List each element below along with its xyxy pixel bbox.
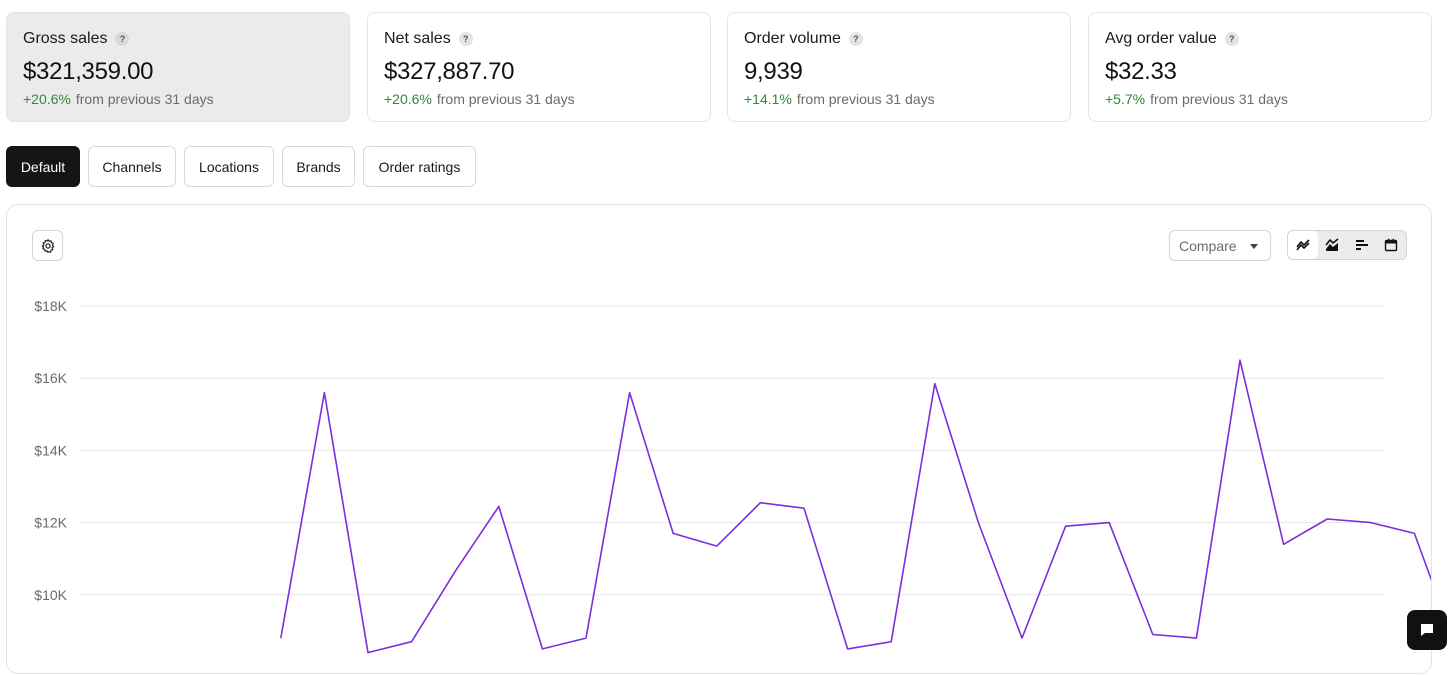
metric-card-net-sales[interactable]: Net sales? $327,887.70 +20.6% from previo… bbox=[367, 12, 711, 122]
metric-value: 9,939 bbox=[744, 58, 803, 85]
metric-change-period: from previous 31 days bbox=[796, 91, 935, 107]
metric-change-percent: +5.7% bbox=[1105, 91, 1146, 107]
data-point[interactable] bbox=[1192, 634, 1200, 642]
metric-change: +14.1% from previous 31 days bbox=[744, 91, 935, 107]
data-point[interactable] bbox=[1280, 540, 1288, 548]
metric-change: +5.7% from previous 31 days bbox=[1105, 91, 1288, 107]
chart-settings-button[interactable] bbox=[32, 230, 63, 261]
data-point[interactable] bbox=[538, 645, 546, 653]
bar-chart-icon bbox=[1355, 240, 1368, 250]
area-chart-icon bbox=[1325, 238, 1339, 251]
help-icon[interactable]: ? bbox=[458, 32, 473, 46]
data-point[interactable] bbox=[451, 567, 459, 575]
sales-line-chart: $10K $12K $14K $16K $18K bbox=[34, 298, 1431, 657]
metric-title: Gross sales? bbox=[23, 30, 130, 48]
y-tick-label: $16K bbox=[34, 370, 67, 386]
compare-dropdown[interactable]: Compare bbox=[1169, 230, 1271, 261]
data-point[interactable] bbox=[800, 504, 808, 512]
metric-change-period: from previous 31 days bbox=[436, 91, 575, 107]
metric-change-period: from previous 31 days bbox=[1150, 91, 1288, 107]
y-tick-label: $14K bbox=[34, 442, 67, 458]
data-point[interactable] bbox=[364, 649, 372, 657]
chat-support-button[interactable] bbox=[1407, 610, 1447, 650]
series-line bbox=[280, 359, 1431, 654]
metric-change-percent: +20.6% bbox=[384, 91, 432, 107]
metric-change: +20.6% from previous 31 days bbox=[23, 91, 214, 107]
help-icon[interactable]: ? bbox=[1224, 32, 1239, 46]
data-point[interactable] bbox=[1367, 519, 1375, 527]
data-point[interactable] bbox=[887, 638, 895, 646]
data-point[interactable] bbox=[713, 542, 721, 550]
chevron-down-icon bbox=[1250, 244, 1258, 249]
metric-change-period: from previous 31 days bbox=[75, 91, 214, 107]
data-point[interactable] bbox=[1105, 519, 1113, 527]
metric-change-percent: +20.6% bbox=[23, 91, 71, 107]
metric-card-gross-sales[interactable]: Gross sales? $321,359.00 +20.6% from prev… bbox=[6, 12, 350, 122]
data-point[interactable] bbox=[1018, 634, 1026, 642]
data-point[interactable] bbox=[1062, 522, 1070, 530]
data-point[interactable] bbox=[931, 380, 939, 388]
metric-cards: Gross sales? $321,359.00 +20.6% from prev… bbox=[6, 12, 1432, 122]
metric-card-order-volume[interactable]: Order volume? 9,939 +14.1% from previous … bbox=[727, 12, 1071, 122]
metric-card-avg-order-value[interactable]: Avg order value? $32.33 +5.7% from previo… bbox=[1088, 12, 1432, 122]
data-point[interactable] bbox=[408, 638, 416, 646]
help-icon[interactable]: ? bbox=[115, 32, 130, 46]
tab-order-ratings[interactable]: Order ratings bbox=[363, 146, 476, 187]
data-point[interactable] bbox=[495, 502, 503, 510]
metric-value: $32.33 bbox=[1105, 58, 1177, 85]
chart-view-toggle bbox=[1287, 230, 1407, 260]
data-point[interactable] bbox=[974, 519, 982, 527]
metric-value: $327,887.70 bbox=[384, 58, 515, 85]
compare-label: Compare bbox=[1179, 237, 1237, 254]
data-point[interactable] bbox=[320, 389, 328, 397]
tab-brands[interactable]: Brands bbox=[282, 146, 355, 187]
tab-default[interactable]: Default bbox=[6, 146, 80, 187]
metric-value: $321,359.00 bbox=[23, 58, 154, 85]
y-tick-label: $12K bbox=[34, 515, 67, 531]
data-point[interactable] bbox=[844, 645, 852, 653]
tab-locations[interactable]: Locations bbox=[184, 146, 274, 187]
data-point[interactable] bbox=[756, 499, 764, 507]
metric-change-percent: +14.1% bbox=[744, 91, 792, 107]
help-icon[interactable]: ? bbox=[848, 32, 863, 46]
data-point[interactable] bbox=[277, 634, 285, 642]
data-point[interactable] bbox=[1323, 515, 1331, 523]
gear-icon bbox=[41, 238, 54, 253]
data-point[interactable] bbox=[582, 634, 590, 642]
calendar-view-button[interactable] bbox=[1377, 231, 1407, 259]
tab-channels[interactable]: Channels bbox=[88, 146, 176, 187]
line-chart-view-button[interactable] bbox=[1288, 231, 1318, 259]
chart-panel: $10K $12K $14K $16K $18K Compare bbox=[6, 204, 1432, 674]
chat-icon bbox=[1421, 624, 1433, 636]
y-tick-label: $10K bbox=[34, 587, 67, 603]
bar-chart-view-button[interactable] bbox=[1347, 231, 1377, 259]
metric-title: Order volume? bbox=[744, 30, 863, 48]
area-chart-view-button[interactable] bbox=[1318, 231, 1348, 259]
y-tick-label: $18K bbox=[34, 298, 67, 314]
metric-title: Net sales? bbox=[384, 30, 473, 48]
metric-change: +20.6% from previous 31 days bbox=[384, 91, 575, 107]
calendar-icon bbox=[1385, 238, 1398, 252]
line-chart-icon bbox=[1296, 239, 1310, 251]
data-point[interactable] bbox=[669, 529, 677, 537]
metric-title: Avg order value? bbox=[1105, 30, 1239, 48]
data-point[interactable] bbox=[626, 389, 634, 397]
data-point[interactable] bbox=[1236, 356, 1244, 364]
data-point[interactable] bbox=[1410, 529, 1418, 537]
data-point[interactable] bbox=[1149, 631, 1157, 639]
